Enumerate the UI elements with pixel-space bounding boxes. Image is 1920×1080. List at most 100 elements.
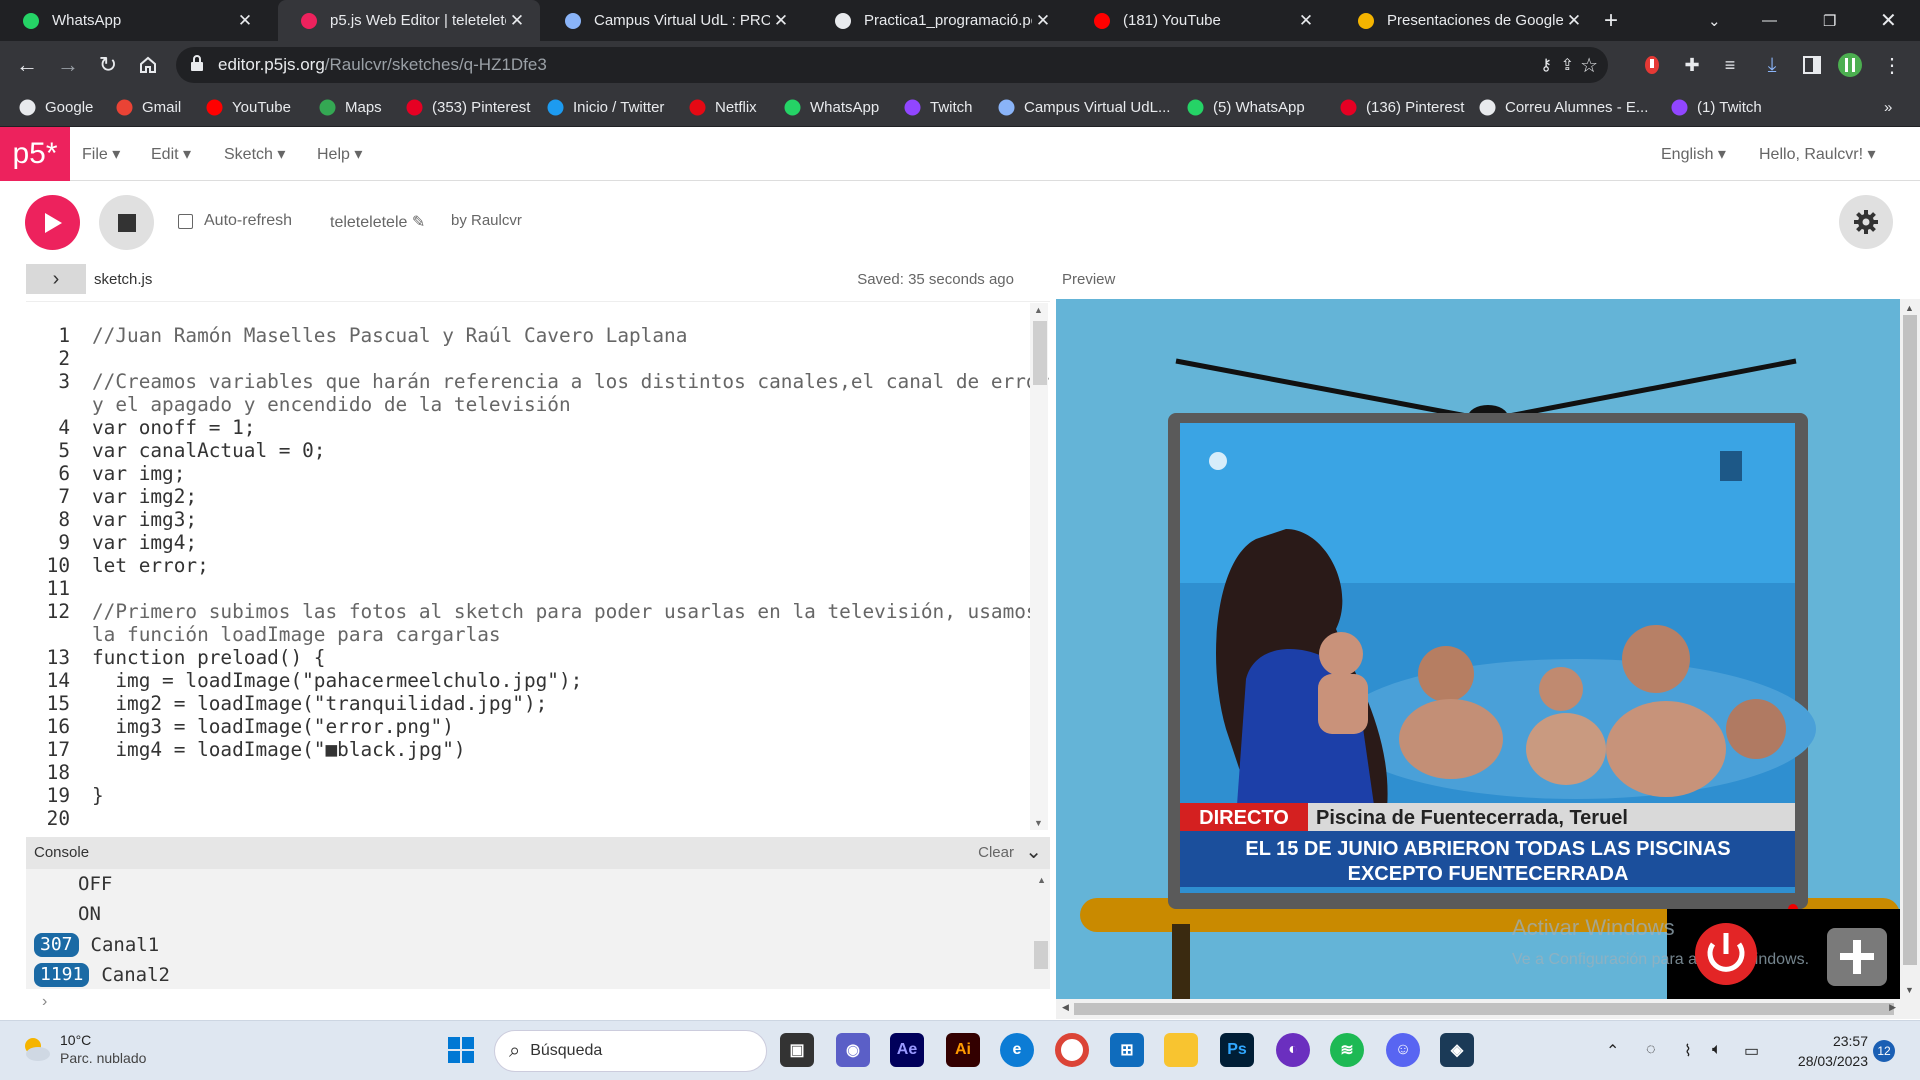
browser-tab[interactable]: Presentaciones de Google ✕	[1335, 0, 1597, 41]
wifi-icon[interactable]: ⌇	[1684, 1041, 1692, 1061]
reload-icon[interactable]: ↻	[92, 49, 124, 81]
code-line[interactable]: 12 //Primero subimos las fotos al sketch …	[26, 600, 1038, 623]
editor-scroll-thumb[interactable]	[1033, 321, 1047, 385]
bookmark-item[interactable]: Google	[18, 89, 93, 126]
media-control-icon[interactable]: ≡	[1718, 53, 1742, 77]
code-line[interactable]: 19}	[26, 784, 1036, 807]
code-line[interactable]: 18	[26, 761, 1036, 784]
weather-widget[interactable]: 10°C Parc. nublado	[20, 1031, 146, 1067]
more-bookmarks-button[interactable]: »	[1884, 89, 1892, 126]
edge-icon[interactable]: e	[1000, 1033, 1034, 1067]
menu-help[interactable]: Help ▾	[317, 144, 362, 164]
windows-start-icon[interactable]	[444, 1033, 478, 1067]
code-line[interactable]: 2	[26, 347, 1036, 370]
star-icon[interactable]: ☆	[1580, 53, 1598, 78]
bookmark-item[interactable]: Inicio / Twitter	[546, 89, 664, 126]
tray-app-icon[interactable]: ◌	[1646, 1041, 1656, 1059]
app-icon[interactable]: ◐	[1276, 1033, 1310, 1067]
code-line[interactable]: 4 var onoff = 1;	[26, 416, 1036, 439]
code-line[interactable]: 17 img4 = loadImage("■black.jpg")	[26, 738, 1036, 761]
bookmark-item[interactable]: Gmail	[115, 89, 181, 126]
spotify-icon[interactable]: ≋	[1330, 1033, 1364, 1067]
console-scroll-up-icon[interactable]: ▲	[1037, 875, 1046, 885]
console-collapse-chevron-icon[interactable]: ⌄	[1025, 839, 1042, 864]
tab-search-chevron-icon[interactable]: ⌄	[1708, 0, 1738, 41]
close-tab-icon[interactable]: ✕	[1295, 11, 1317, 31]
key-icon[interactable]: ⚷	[1540, 55, 1552, 75]
home-icon[interactable]	[132, 49, 164, 81]
bookmark-item[interactable]: YouTube	[205, 89, 291, 126]
store-icon[interactable]: ⊞	[1110, 1033, 1144, 1067]
close-tab-icon[interactable]: ✕	[1563, 11, 1585, 31]
preview-vertical-scrollbar[interactable]: ▲ ▼	[1900, 299, 1920, 999]
browser-tab[interactable]: (181) YouTube ✕	[1071, 0, 1329, 41]
code-line[interactable]: 5 var canalActual = 0;	[26, 439, 1036, 462]
menu-sketch[interactable]: Sketch ▾	[224, 144, 285, 164]
code-line[interactable]: 14 img = loadImage("pahacermeelchulo.jpg…	[26, 669, 1036, 692]
auto-refresh-toggle[interactable]: Auto-refresh	[178, 212, 292, 230]
restore-window-button[interactable]: ❐	[1823, 0, 1853, 41]
language-dropdown[interactable]: English ▾	[1661, 144, 1726, 164]
code-line[interactable]: 16 img3 = loadImage("error.png")	[26, 715, 1036, 738]
after-effects-icon[interactable]: Ae	[890, 1033, 924, 1067]
code-line[interactable]: 11	[26, 577, 1036, 600]
preview-scroll-up-icon[interactable]: ▲	[1905, 303, 1914, 313]
preview-scroll-right-icon[interactable]: ▶	[1889, 1002, 1896, 1013]
sidebar-toggle-button[interactable]: ›	[26, 264, 86, 294]
bookmark-item[interactable]: (136) Pinterest	[1339, 89, 1464, 126]
photoshop-icon[interactable]: Ps	[1220, 1033, 1254, 1067]
minimize-window-button[interactable]: —	[1762, 0, 1792, 41]
console-input[interactable]: ›	[26, 989, 1050, 1019]
taskbar-search[interactable]: ⌕ Búsqueda	[494, 1030, 767, 1072]
close-window-button[interactable]: ✕	[1880, 0, 1910, 41]
taskbar-clock[interactable]: 23:57 28/03/2023	[1786, 1031, 1868, 1071]
close-tab-icon[interactable]: ✕	[234, 11, 256, 31]
code-line[interactable]: 1 //Juan Ramón Maselles Pascual y Raúl Ca…	[26, 324, 1036, 347]
code-line[interactable]: 3 //Creamos variables que harán referenci…	[26, 370, 1049, 393]
pencil-icon[interactable]: ✎	[412, 214, 425, 231]
preview-hscroll-thumb[interactable]	[1074, 1003, 1894, 1015]
profile-avatar[interactable]	[1838, 53, 1862, 77]
preview-scroll-down-icon[interactable]: ▼	[1905, 985, 1914, 995]
discord-icon[interactable]: ☺	[1386, 1033, 1420, 1067]
code-line[interactable]: 20	[26, 807, 1036, 830]
bookmark-item[interactable]: Correu Alumnes - E...	[1478, 89, 1648, 126]
battery-icon[interactable]: ▭	[1744, 1041, 1759, 1061]
close-tab-icon[interactable]: ✕	[770, 11, 792, 31]
forward-arrow-icon[interactable]: →	[52, 49, 84, 81]
close-tab-icon[interactable]: ✕	[506, 11, 528, 31]
preview-vscroll-thumb[interactable]	[1903, 315, 1917, 965]
back-arrow-icon[interactable]: ←	[11, 49, 43, 81]
code-line[interactable]: 13 function preload() {	[26, 646, 1036, 669]
extensions-puzzle-icon[interactable]: ✚	[1680, 53, 1704, 77]
bookmark-item[interactable]: Twitch	[903, 89, 973, 126]
notification-badge[interactable]: 12	[1873, 1040, 1895, 1062]
address-bar[interactable]: editor.p5js.org/Raulcvr/sketches/q-HZ1Df…	[176, 47, 1608, 83]
code-line[interactable]: 6 var img;	[26, 462, 1036, 485]
console-scroll-thumb[interactable]	[1034, 941, 1048, 969]
code-line[interactable]: 15 img2 = loadImage("tranquilidad.jpg");	[26, 692, 1036, 715]
tray-chevron-up-icon[interactable]: ⌃	[1606, 1041, 1619, 1061]
settings-button[interactable]	[1839, 195, 1893, 249]
scroll-down-arrow-icon[interactable]: ▼	[1034, 818, 1043, 828]
code-line[interactable]: y el apagado y encendido de la televisió…	[26, 393, 1036, 416]
code-line[interactable]: la función loadImage para cargarlas	[26, 623, 1036, 646]
code-line[interactable]: 9 var img4;	[26, 531, 1036, 554]
menu-file[interactable]: File ▾	[82, 144, 120, 164]
preview-scroll-left-icon[interactable]: ◀	[1062, 1002, 1069, 1013]
stop-button[interactable]	[99, 195, 154, 250]
teams-chat-icon[interactable]: ◉	[836, 1033, 870, 1067]
new-tab-button[interactable]: +	[1600, 0, 1630, 41]
browser-tab[interactable]: Practica1_programació.pdf ✕	[812, 0, 1066, 41]
user-menu[interactable]: Hello, Raulcvr! ▾	[1759, 144, 1876, 164]
sketch-preview-canvas[interactable]: DIRECTO Piscina de Fuentecerrada, Teruel…	[1056, 299, 1900, 999]
menu-edit[interactable]: Edit ▾	[151, 144, 191, 164]
bookmark-item[interactable]: (1) Twitch	[1670, 89, 1762, 126]
auto-refresh-checkbox[interactable]	[178, 213, 193, 229]
share-icon[interactable]: ⇪	[1561, 55, 1574, 75]
preview-horizontal-scrollbar[interactable]: ◀ ▶	[1056, 999, 1920, 1019]
sketch-owner[interactable]: by Raulcvr	[451, 212, 522, 229]
code-line[interactable]: 10 let error;	[26, 554, 1036, 577]
bookmark-item[interactable]: (5) WhatsApp	[1186, 89, 1305, 126]
scroll-up-arrow-icon[interactable]: ▲	[1034, 305, 1043, 315]
